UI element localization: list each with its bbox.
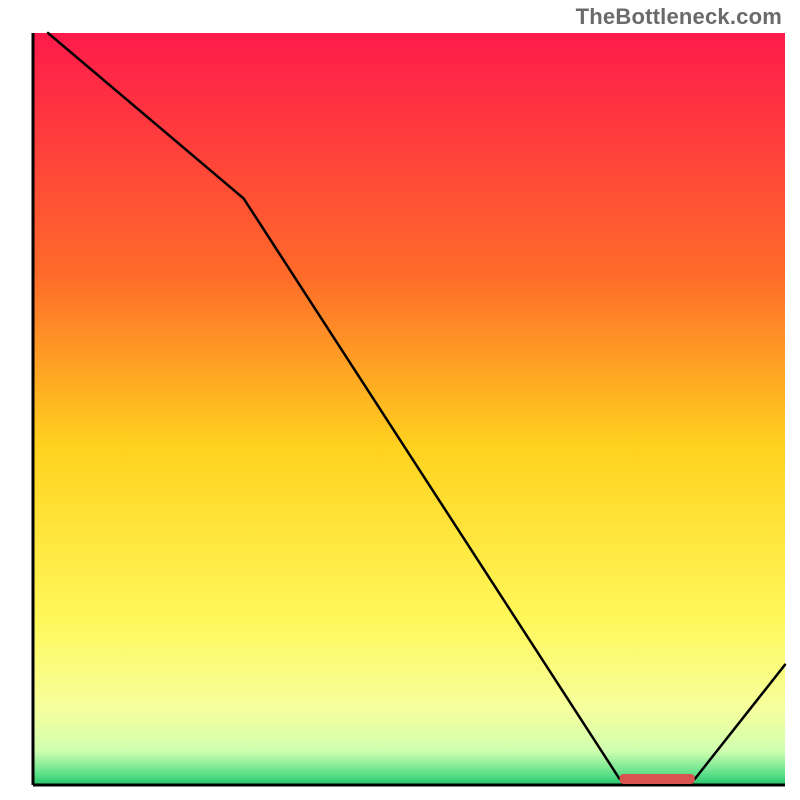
optimal-range-marker: [620, 774, 695, 784]
chart-container: TheBottleneck.com: [0, 0, 800, 800]
bottleneck-chart: [0, 0, 800, 800]
plot-background: [33, 33, 785, 785]
